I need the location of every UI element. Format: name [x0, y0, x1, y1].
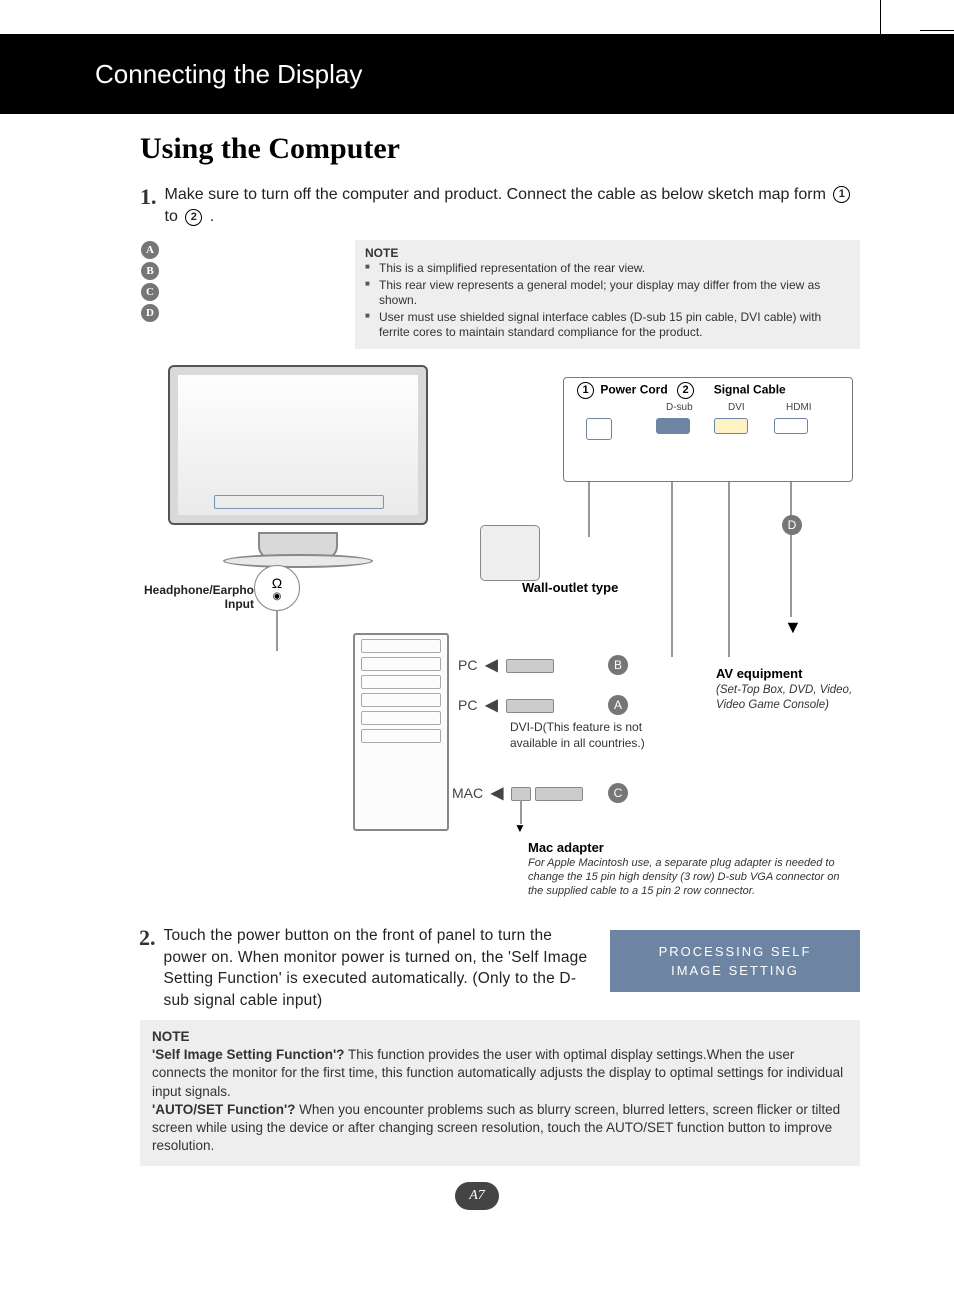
- connection-diagram: 1 Power Cord 2 Signal Cable D-sub DVI HD…: [158, 355, 858, 910]
- av-equipment-label: AV equipment (Set-Top Box, DVD, Video, V…: [716, 666, 858, 711]
- headphone-label: Headphone/Earphone Input: [144, 583, 254, 611]
- arrow-left-icon: ◀: [491, 785, 503, 802]
- connector-icon: [535, 787, 583, 801]
- av-title: AV equipment: [716, 666, 858, 681]
- page-number-badge: A7: [455, 1182, 499, 1210]
- power-port-icon: [586, 418, 612, 440]
- power-cord-label: Power Cord: [600, 383, 667, 397]
- step-2-number: 2.: [139, 925, 156, 1012]
- pc-label: PC: [458, 697, 477, 713]
- monitor-screen-icon: [168, 365, 428, 525]
- signal-cable-label: Signal Cable: [714, 383, 786, 397]
- arrow-left-icon: ◀: [485, 657, 497, 674]
- circled-2-icon: 2: [185, 209, 202, 226]
- pc-label: PC: [458, 657, 477, 673]
- route-badge-c: C: [608, 783, 628, 803]
- processing-line2: IMAGE SETTING: [610, 963, 860, 978]
- step-2: 2. Touch the power button on the front o…: [139, 925, 589, 1022]
- mac-label: MAC: [452, 785, 483, 801]
- note1-item: User must use shielded signal interface …: [379, 310, 850, 341]
- content-area: Using the Computer 1. Make sure to turn …: [140, 132, 860, 239]
- step1-text-a: Make sure to turn off the computer and p…: [165, 186, 831, 203]
- route-badge-a: A: [608, 695, 628, 715]
- dsub-label: D-sub: [666, 402, 693, 413]
- note1-item: This rear view represents a general mode…: [379, 278, 850, 309]
- circled-2-panel-icon: 2: [677, 382, 694, 399]
- note2-item-2: 'AUTO/SET Function'? When you encounter …: [152, 1101, 848, 1156]
- note2-label: NOTE: [152, 1028, 848, 1046]
- port-strip-icon: [214, 495, 384, 509]
- rear-panel: 1 Power Cord 2 Signal Cable D-sub DVI HD…: [563, 377, 853, 482]
- option-badges: A B C D: [141, 241, 159, 322]
- note1-label: NOTE: [365, 246, 850, 260]
- av-subtitle: (Set-Top Box, DVD, Video, Video Game Con…: [716, 684, 852, 711]
- mac-adapter-note: Mac adapter For Apple Macintosh use, a s…: [528, 839, 848, 898]
- route-badge-b: B: [608, 655, 628, 675]
- step-2-text: Touch the power button on the front of p…: [164, 925, 590, 1012]
- step1-text-b: to: [165, 208, 183, 225]
- note2-q1: 'Self Image Setting Function'?: [152, 1047, 344, 1062]
- step-1-text: Make sure to turn off the computer and p…: [165, 184, 861, 229]
- arrow-down-icon: ▼: [784, 617, 802, 638]
- badge-d: D: [141, 304, 159, 322]
- wall-outlet-label: Wall-outlet type: [522, 580, 618, 595]
- circled-1-panel-icon: 1: [577, 382, 594, 399]
- note1-item: This is a simplified representation of t…: [379, 261, 850, 277]
- note2-item-1: 'Self Image Setting Function'? This func…: [152, 1046, 848, 1101]
- wall-plug-icon: [480, 525, 540, 581]
- processing-line1: PROCESSING SELF: [610, 944, 860, 959]
- dsub-port-icon: [656, 418, 690, 434]
- pc-row-b: PC ◀: [458, 655, 554, 675]
- mac-adapter-text: For Apple Macintosh use, a separate plug…: [528, 857, 848, 898]
- connector-icon: [506, 659, 554, 673]
- note-box-2: NOTE 'Self Image Setting Function'? This…: [140, 1020, 860, 1166]
- hdmi-label: HDMI: [786, 402, 812, 413]
- section-title: Using the Computer: [140, 132, 860, 166]
- mac-row: MAC ◀: [452, 783, 583, 803]
- headphone-jack-icon: Ω ◉: [254, 565, 300, 611]
- header-band: Connecting the Display: [0, 34, 954, 114]
- connector-icon: [506, 699, 554, 713]
- badge-c: C: [141, 283, 159, 301]
- hdmi-port-icon: [774, 418, 808, 434]
- dvi-label: DVI: [728, 402, 745, 413]
- dvid-note: DVI-D(This feature is not available in a…: [510, 720, 670, 751]
- pc-tower-icon: [353, 633, 449, 831]
- header-title: Connecting the Display: [95, 59, 362, 90]
- pc-row-a: PC ◀: [458, 695, 554, 715]
- note2-q2: 'AUTO/SET Function'?: [152, 1102, 295, 1117]
- badge-a: A: [141, 241, 159, 259]
- step-1: 1. Make sure to turn off the computer an…: [140, 184, 860, 229]
- mac-adapter-title: Mac adapter: [528, 840, 604, 855]
- arrow-left-icon: ◀: [485, 697, 497, 714]
- monitor-icon: [168, 365, 428, 560]
- circled-1-icon: 1: [833, 186, 850, 203]
- note-box-1: NOTE This is a simplified representation…: [355, 240, 860, 349]
- step1-text-c: .: [210, 208, 214, 225]
- arrow-down-icon: ▼: [514, 821, 526, 835]
- dvi-port-icon: [714, 418, 748, 434]
- badge-b: B: [141, 262, 159, 280]
- route-badge-d: D: [782, 515, 802, 535]
- monitor-base-icon: [223, 554, 373, 568]
- step-1-number: 1.: [140, 184, 157, 229]
- processing-self-image-box: PROCESSING SELF IMAGE SETTING: [610, 930, 860, 992]
